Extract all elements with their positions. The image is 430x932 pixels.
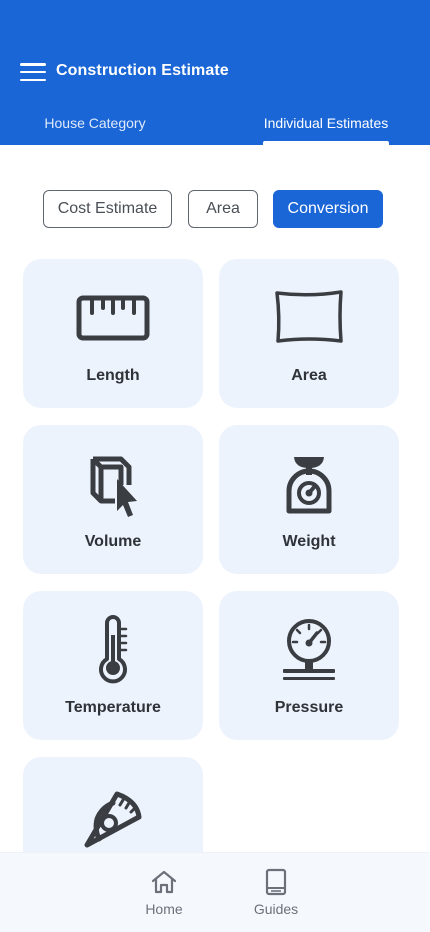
card-pressure[interactable]: Pressure <box>219 591 399 740</box>
chip-area[interactable]: Area <box>188 190 258 228</box>
book-icon <box>236 867 316 897</box>
bottom-navigation: Home Guides <box>0 852 430 932</box>
home-icon <box>124 867 204 897</box>
card-area[interactable]: Area <box>219 259 399 408</box>
thermometer-icon <box>73 615 153 685</box>
chip-conversion[interactable]: Conversion <box>273 190 383 228</box>
app-bar: Construction Estimate House Category Ind… <box>0 0 430 145</box>
pressure-gauge-icon <box>269 615 349 685</box>
card-label: Pressure <box>274 699 344 716</box>
card-volume[interactable]: Volume <box>23 425 203 574</box>
card-label: Volume <box>84 533 142 550</box>
nav-guides-label: Guides <box>253 901 299 917</box>
nav-home-label: Home <box>145 901 183 917</box>
protractor-icon <box>73 781 153 851</box>
tab-selected-indicator <box>263 141 389 145</box>
tab-house-category[interactable]: House Category <box>0 115 190 145</box>
app-title: Construction Estimate <box>56 62 229 79</box>
nav-guides[interactable]: Guides <box>236 867 316 917</box>
nav-home[interactable]: Home <box>124 867 204 917</box>
app-screen: Construction Estimate House Category Ind… <box>0 0 430 932</box>
hamburger-menu-icon[interactable] <box>20 61 46 83</box>
card-label: Weight <box>282 533 336 550</box>
card-label: Length <box>86 367 140 384</box>
card-length[interactable]: Length <box>23 259 203 408</box>
ruler-icon <box>73 283 153 353</box>
weighing-scale-icon <box>269 449 349 519</box>
volume-cube-icon <box>73 449 153 519</box>
card-label: Temperature <box>65 699 161 716</box>
card-weight[interactable]: Weight <box>219 425 399 574</box>
card-label: Area <box>291 367 327 384</box>
area-icon <box>269 283 349 353</box>
card-temperature[interactable]: Temperature <box>23 591 203 740</box>
chip-cost-estimate[interactable]: Cost Estimate <box>43 190 172 228</box>
